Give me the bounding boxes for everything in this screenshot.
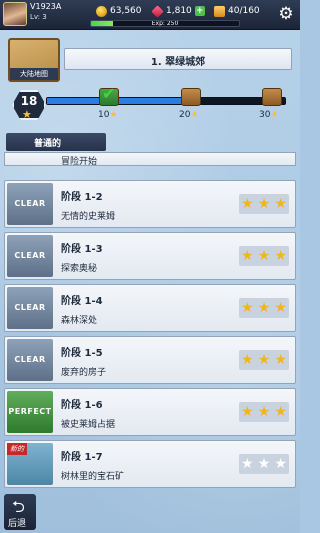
stage-code: 阶段 1-4 [61,296,103,307]
star-icon: ★ [257,300,271,316]
stage-thumbnail: 新的 [7,443,53,485]
star-icon: ★ [274,456,287,472]
player-name: V1923A [30,2,62,11]
tickets-value: 40/160 [228,6,260,16]
star-count: 18 [20,94,38,108]
stage-name: 被史莱姆占据 [61,420,116,430]
new-tag: 新的 [7,443,27,455]
stage-name: 探索奥秘 [61,264,98,274]
gems-value: 1,810 [166,6,192,16]
stage-name: 森林深处 [61,316,98,326]
stage-name: 树林里的宝石矿 [61,472,125,482]
region-title: 1. 翠绿城郊 [150,57,206,68]
star-icon: ★ [257,456,271,472]
player-level: Lv: 3 [30,13,47,21]
top-bar: V1923A Lv: 3 63,560 1,810 + 40/160 Exp: … [0,0,300,30]
star-icon: ★ [257,404,271,420]
star-icon: ★ [190,110,199,120]
ticket-icon [214,5,225,17]
star-icon: ★ [257,248,271,264]
coins-value: 63,560 [110,6,142,16]
tab-normal[interactable]: 普通的 [6,133,106,151]
milestone-30: 30★ [259,110,279,120]
stage-stars: ★ ★ ★ [239,454,289,474]
stage-thumbnail: CLEAR [7,235,53,277]
stage-code: 阶段 1-7 [61,452,103,463]
stage-thumbnail: CLEAR [7,183,53,225]
coin-icon [96,5,107,17]
coins-counter: 63,560 [96,4,142,18]
continent-map-button[interactable]: 大陆地图 [8,38,60,82]
region-title-bar: 1. 翠绿城郊 [64,48,292,70]
stage-row-partial[interactable]: 冒险开始 [4,152,296,166]
stage-stars: ★ ★ ★ [239,194,289,214]
add-gems-button[interactable]: + [194,6,205,16]
stage-badge: CLEAR [14,303,46,312]
stage-row[interactable]: CLEAR 阶段 1-4 森林深处 ★ ★ ★ [4,284,296,332]
milestone-10: 10★ [98,110,118,120]
star-icon: ★ [274,248,287,264]
stage-badge: CLEAR [14,199,46,208]
star-icon: ★ [22,108,32,121]
star-icon: ★ [274,196,287,212]
stage-row[interactable]: CLEAR 阶段 1-3 探索奥秘 ★ ★ ★ [4,232,296,280]
milestone-value: 20 [179,110,191,120]
exp-bar: Exp: 250 [90,20,240,27]
milestone-value: 10 [98,110,110,120]
star-icon: ★ [241,456,254,472]
stage-badge: PERFECT [8,407,52,416]
star-icon: ★ [274,300,287,316]
gems-counter: 1,810 + [151,4,205,18]
star-icon: ★ [241,300,254,316]
stage-row[interactable]: PERFECT 阶段 1-6 被史莱姆占据 ★ ★ ★ [4,388,296,436]
stage-name: 无情的史莱姆 [61,212,116,222]
gear-icon[interactable]: ⚙ [276,4,296,24]
stage-stars: ★ ★ ★ [239,298,289,318]
stage-name: 废弃的房子 [61,368,107,378]
star-icon: ★ [241,352,254,368]
stage-stars: ★ ★ ★ [239,350,289,370]
continent-map-label: 大陆地图 [10,68,58,80]
tab-normal-label: 普通的 [34,139,62,149]
stage-code: 阶段 1-3 [61,244,103,255]
stage-code: 阶段 1-2 [61,192,103,203]
reward-chest-20[interactable] [181,88,201,106]
star-icon: ★ [109,110,118,120]
stage-thumbnail: CLEAR [7,287,53,329]
star-progress-track [46,97,286,105]
back-button[interactable]: ⮌ 后退 [4,494,36,530]
stage-thumbnail: CLEAR [7,339,53,381]
stage-row[interactable]: 新的 阶段 1-7 树林里的宝石矿 ★ ★ ★ [4,440,296,488]
stage-stars: ★ ★ ★ [239,402,289,422]
star-icon: ★ [257,352,271,368]
milestone-20: 20★ [179,110,199,120]
check-icon: ✔ [102,84,116,103]
exp-text: Exp: 250 [151,20,179,27]
star-icon: ★ [241,248,254,264]
stage-badge: CLEAR [14,355,46,364]
reward-chest-30[interactable] [262,88,282,106]
gem-icon [151,4,164,18]
stage-row[interactable]: CLEAR 阶段 1-5 废弃的房子 ★ ★ ★ [4,336,296,384]
stage-stars: ★ ★ ★ [239,246,289,266]
star-icon: ★ [270,110,279,120]
star-icon: ★ [241,196,254,212]
player-avatar[interactable] [3,2,27,26]
milestone-value: 30 [259,110,271,120]
stage-thumbnail: PERFECT [7,391,53,433]
stage-badge: CLEAR [14,251,46,260]
tickets-counter: 40/160 [214,4,260,18]
back-label: 后退 [8,519,27,529]
stage-code: 阶段 1-5 [61,348,103,359]
star-icon: ★ [257,196,271,212]
star-icon: ★ [274,404,287,420]
stage-code: 阶段 1-6 [61,400,103,411]
star-icon: ★ [274,352,287,368]
stage-row[interactable]: CLEAR 阶段 1-2 无情的史莱姆 ★ ★ ★ [4,180,296,228]
star-icon: ★ [241,404,254,420]
stage-name: 冒险开始 [61,157,98,166]
